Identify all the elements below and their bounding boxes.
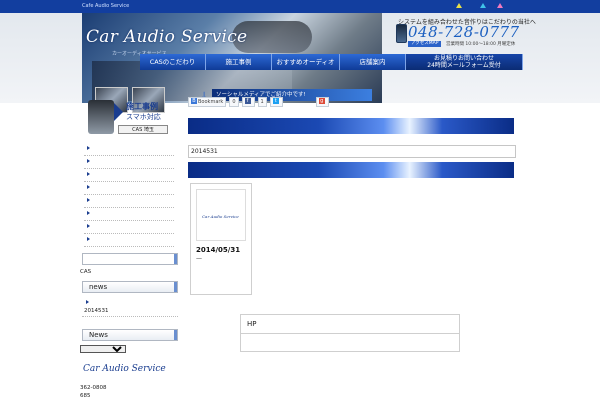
news2-title-text: News bbox=[89, 331, 108, 339]
phone-icon bbox=[396, 24, 407, 43]
breadcrumb: 2014531 bbox=[188, 145, 516, 158]
bullet-icon bbox=[87, 211, 90, 215]
sidebar-link[interactable] bbox=[84, 182, 174, 195]
bullet-icon bbox=[87, 159, 90, 163]
twitter-share-button[interactable]: t bbox=[269, 96, 283, 107]
section-banner-bottom bbox=[188, 162, 514, 178]
bullet-icon bbox=[87, 172, 90, 176]
search-box-edge bbox=[174, 254, 177, 264]
address: 685 bbox=[80, 393, 91, 399]
sidebar-link[interactable] bbox=[84, 221, 174, 234]
promo-title: 施工事例 bbox=[126, 102, 158, 111]
cas-label: CAS bbox=[80, 269, 92, 275]
facebook-share-button[interactable]: f bbox=[241, 96, 255, 107]
hp-label: HP bbox=[247, 320, 257, 328]
share-count-1: 0 bbox=[229, 96, 239, 107]
nav-item-contact[interactable]: お見積りお問い合わせ 24時間メールフォーム受付 bbox=[406, 54, 523, 70]
post-excerpt: — bbox=[196, 255, 202, 262]
sidebar-logo: Car Audio Service bbox=[83, 364, 166, 374]
post-thumbnail[interactable]: Car Audio Service bbox=[196, 189, 246, 241]
bookmark-icon: B bbox=[191, 98, 197, 104]
promo-button[interactable]: CAS 埼玉 bbox=[118, 125, 168, 134]
nav-item-store[interactable]: 店舗案内 bbox=[340, 54, 406, 70]
bookmark-label: Bookmark bbox=[198, 98, 224, 105]
triangle-yellow-icon bbox=[456, 3, 462, 8]
zip-code: 362-0808 bbox=[80, 385, 107, 391]
promo-subtitle: スマホ対応 bbox=[126, 113, 161, 121]
news-title-text: news bbox=[89, 283, 108, 291]
works-promo[interactable]: 施工事例 スマホ対応 CAS 埼玉 bbox=[88, 100, 178, 136]
sidebar-link[interactable] bbox=[84, 169, 174, 182]
thumbnail-brand: Car Audio Service bbox=[202, 214, 239, 219]
section-banner-top bbox=[188, 118, 514, 134]
share-bar: B Bookmark 0 f 1 t g bbox=[188, 96, 329, 107]
share-count-2: 1 bbox=[257, 96, 267, 107]
bullet-icon bbox=[87, 185, 90, 189]
business-hours: 営業時間 10:00～18:00 月曜定休 bbox=[446, 42, 516, 47]
news2-section-title: News bbox=[82, 329, 178, 341]
sidebar-link[interactable] bbox=[84, 143, 174, 156]
divider bbox=[82, 316, 178, 317]
news-item[interactable]: 2014531 bbox=[84, 308, 109, 314]
nav-item-audio[interactable]: おすすめオーディオ bbox=[272, 54, 340, 70]
nav-item-works[interactable]: 施工事例 bbox=[206, 54, 272, 70]
post-card[interactable]: Car Audio Service 2014/05/31 — bbox=[190, 183, 252, 295]
site-logo[interactable]: Car Audio Service bbox=[86, 27, 247, 47]
bullet-icon bbox=[86, 300, 89, 304]
facebook-icon: f bbox=[244, 98, 251, 104]
triangle-pink-icon bbox=[497, 3, 503, 8]
nav-contact-sub: 24時間メールフォーム受付 bbox=[427, 62, 501, 69]
sidebar-link[interactable] bbox=[84, 195, 174, 208]
twitter-icon: t bbox=[272, 98, 279, 104]
chevron-right-icon bbox=[114, 103, 123, 121]
sidebar-link[interactable] bbox=[84, 156, 174, 169]
gplus-icon: g bbox=[318, 98, 325, 104]
title-edge bbox=[174, 282, 177, 292]
access-map-button[interactable]: アクセスMAP bbox=[408, 41, 442, 47]
news-section-title: news bbox=[82, 281, 178, 293]
contact-block: システムを組み合わせた音作りはこだわりの当社へ 048-728-0777 アクセ… bbox=[392, 13, 536, 55]
main-nav: CASのこだわり 施工事例 おすすめオーディオ 店舗案内 お見積りお問い合わせ … bbox=[140, 54, 523, 70]
sidebar-link[interactable] bbox=[84, 234, 174, 247]
bullet-icon bbox=[87, 198, 90, 202]
bullet-icon bbox=[87, 146, 90, 150]
smartphone-icon bbox=[88, 100, 114, 134]
phone-number[interactable]: 048-728-0777 bbox=[408, 23, 520, 41]
top-bar: Cafe Audio Service bbox=[0, 0, 600, 13]
post-date[interactable]: 2014/05/31 bbox=[196, 246, 240, 254]
gplus-share-button[interactable]: g bbox=[315, 96, 329, 107]
sidebar-link[interactable] bbox=[84, 208, 174, 221]
nav-contact-label: お見積りお問い合わせ bbox=[433, 55, 494, 62]
sidebar-search-input[interactable] bbox=[82, 253, 178, 265]
bookmark-button[interactable]: B Bookmark bbox=[188, 96, 227, 107]
hp-box-header: HP bbox=[241, 315, 459, 334]
title-edge bbox=[174, 330, 177, 340]
archive-select[interactable] bbox=[80, 345, 126, 353]
bullet-icon bbox=[87, 237, 90, 241]
nav-item-kodawari[interactable]: CASのこだわり bbox=[140, 54, 206, 70]
top-bar-text: Cafe Audio Service bbox=[82, 3, 130, 9]
triangle-cyan-icon bbox=[480, 3, 486, 8]
bullet-icon bbox=[87, 224, 90, 228]
hp-box: HP bbox=[240, 314, 460, 352]
